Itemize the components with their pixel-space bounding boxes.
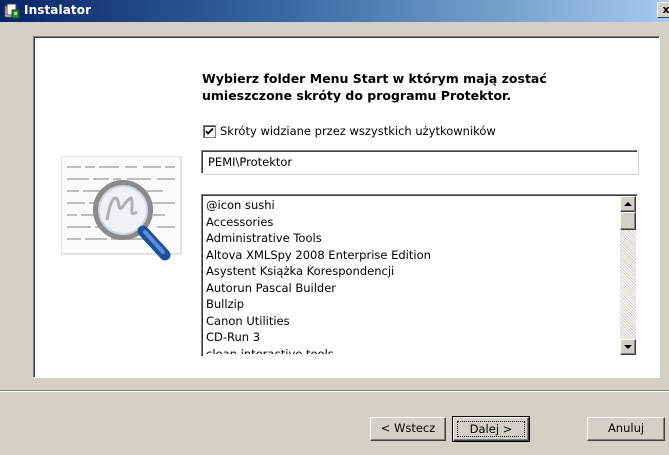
instruction-line-1: Wybierz folder Menu Start w którym mają …: [202, 71, 547, 86]
list-item[interactable]: Autorun Pascal Builder: [204, 280, 614, 297]
instruction-heading: Wybierz folder Menu Start w którym mają …: [202, 70, 602, 104]
cancel-button[interactable]: Anuluj: [587, 417, 665, 441]
list-item[interactable]: Administrative Tools: [204, 230, 614, 247]
list-item[interactable]: Asystent Książka Korespondencji: [204, 263, 614, 280]
all-users-checkbox[interactable]: [203, 125, 216, 138]
installer-app-icon: [4, 3, 20, 19]
content-panel: Wybierz folder Menu Start w którym mają …: [33, 36, 660, 378]
list-item[interactable]: CD-Run 3: [204, 329, 614, 346]
start-menu-folder-list[interactable]: @icon sushi Accessories Administrative T…: [201, 194, 638, 357]
next-button[interactable]: Dalej >: [452, 416, 530, 442]
back-button[interactable]: < Wstecz: [370, 417, 446, 441]
list-item[interactable]: Altova XMLSpy 2008 Enterprise Edition: [204, 247, 614, 264]
folder-list-items: @icon sushi Accessories Administrative T…: [204, 197, 614, 354]
close-button[interactable]: x: [657, 2, 669, 18]
list-item[interactable]: @icon sushi: [204, 197, 614, 214]
title-bar[interactable]: Instalator x: [0, 0, 669, 22]
scroll-up-button[interactable]: [620, 196, 636, 212]
instruction-line-2: umieszczone skróty do programu Protektor…: [202, 88, 512, 103]
arrow-up-icon: [624, 202, 632, 206]
next-button-label: Dalej >: [457, 421, 525, 437]
scroll-thumb[interactable]: [620, 212, 636, 230]
list-item[interactable]: Canon Utilities: [204, 313, 614, 330]
arrow-down-icon: [624, 345, 632, 349]
list-item[interactable]: Accessories: [204, 214, 614, 231]
footer-separator: [0, 390, 669, 392]
list-item[interactable]: Bullzip: [204, 296, 614, 313]
list-item[interactable]: clean interactive tools: [204, 346, 614, 355]
scroll-down-button[interactable]: [620, 339, 636, 355]
magnifier-document-icon: [61, 156, 182, 261]
vertical-scrollbar[interactable]: [620, 196, 636, 355]
start-menu-folder-input[interactable]: PEMI\Protektor: [201, 150, 638, 174]
window-title: Instalator: [24, 3, 92, 17]
all-users-checkbox-label[interactable]: Skróty widziane przez wszystkich użytkow…: [220, 124, 496, 138]
checkmark-icon: [205, 127, 214, 135]
